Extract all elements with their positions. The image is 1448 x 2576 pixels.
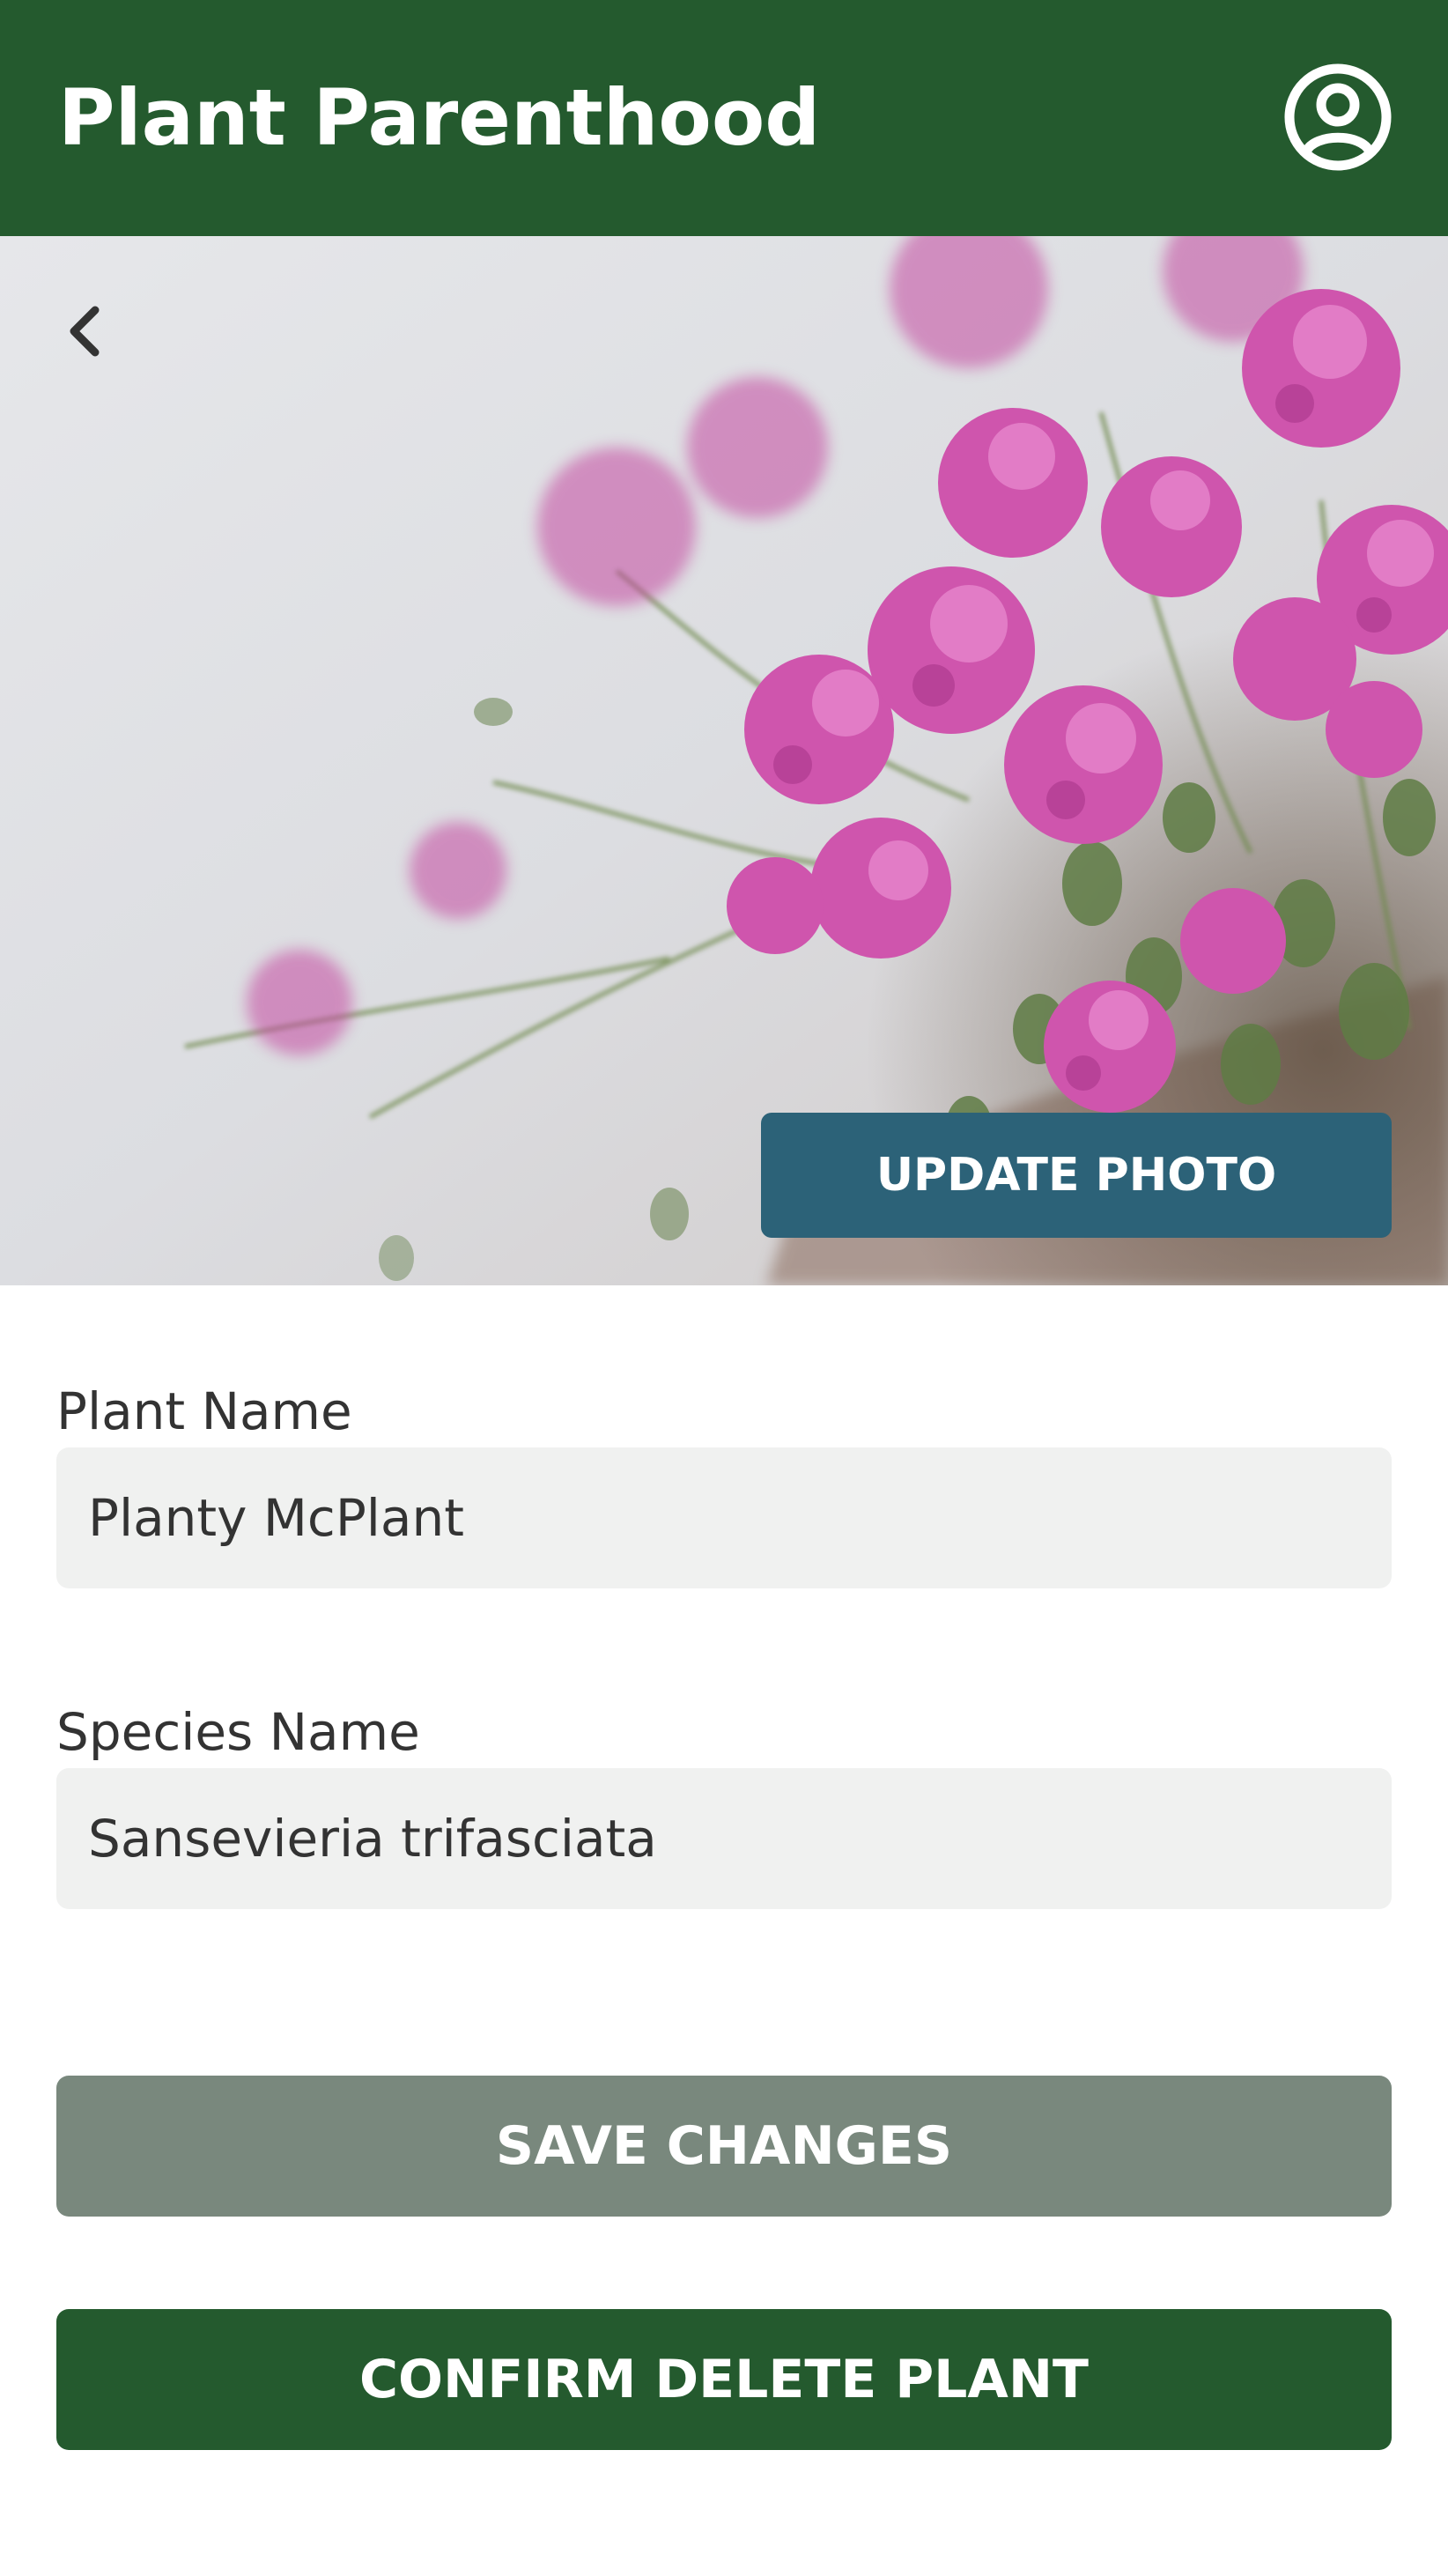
plant-name-label: Plant Name xyxy=(56,1381,352,1441)
confirm-delete-plant-button[interactable]: CONFIRM DELETE PLANT xyxy=(56,2309,1392,2450)
plant-name-value: Planty McPlant xyxy=(88,1488,464,1548)
profile-button[interactable] xyxy=(1283,63,1393,172)
user-circle-icon xyxy=(1284,63,1392,171)
app-header: Plant Parenthood xyxy=(0,0,1448,236)
species-name-value: Sansevieria trifasciata xyxy=(88,1809,657,1869)
species-name-input[interactable]: Sansevieria trifasciata xyxy=(56,1768,1392,1909)
chevron-left-icon xyxy=(70,306,100,357)
species-name-label: Species Name xyxy=(56,1702,420,1762)
back-button[interactable] xyxy=(53,298,120,365)
app-title: Plant Parenthood xyxy=(58,72,821,163)
save-changes-button[interactable]: SAVE CHANGES xyxy=(56,2076,1392,2217)
update-photo-button[interactable]: UPDATE PHOTO xyxy=(761,1113,1392,1238)
plant-photo: UPDATE PHOTO xyxy=(0,236,1448,1285)
plant-name-input[interactable]: Planty McPlant xyxy=(56,1447,1392,1588)
